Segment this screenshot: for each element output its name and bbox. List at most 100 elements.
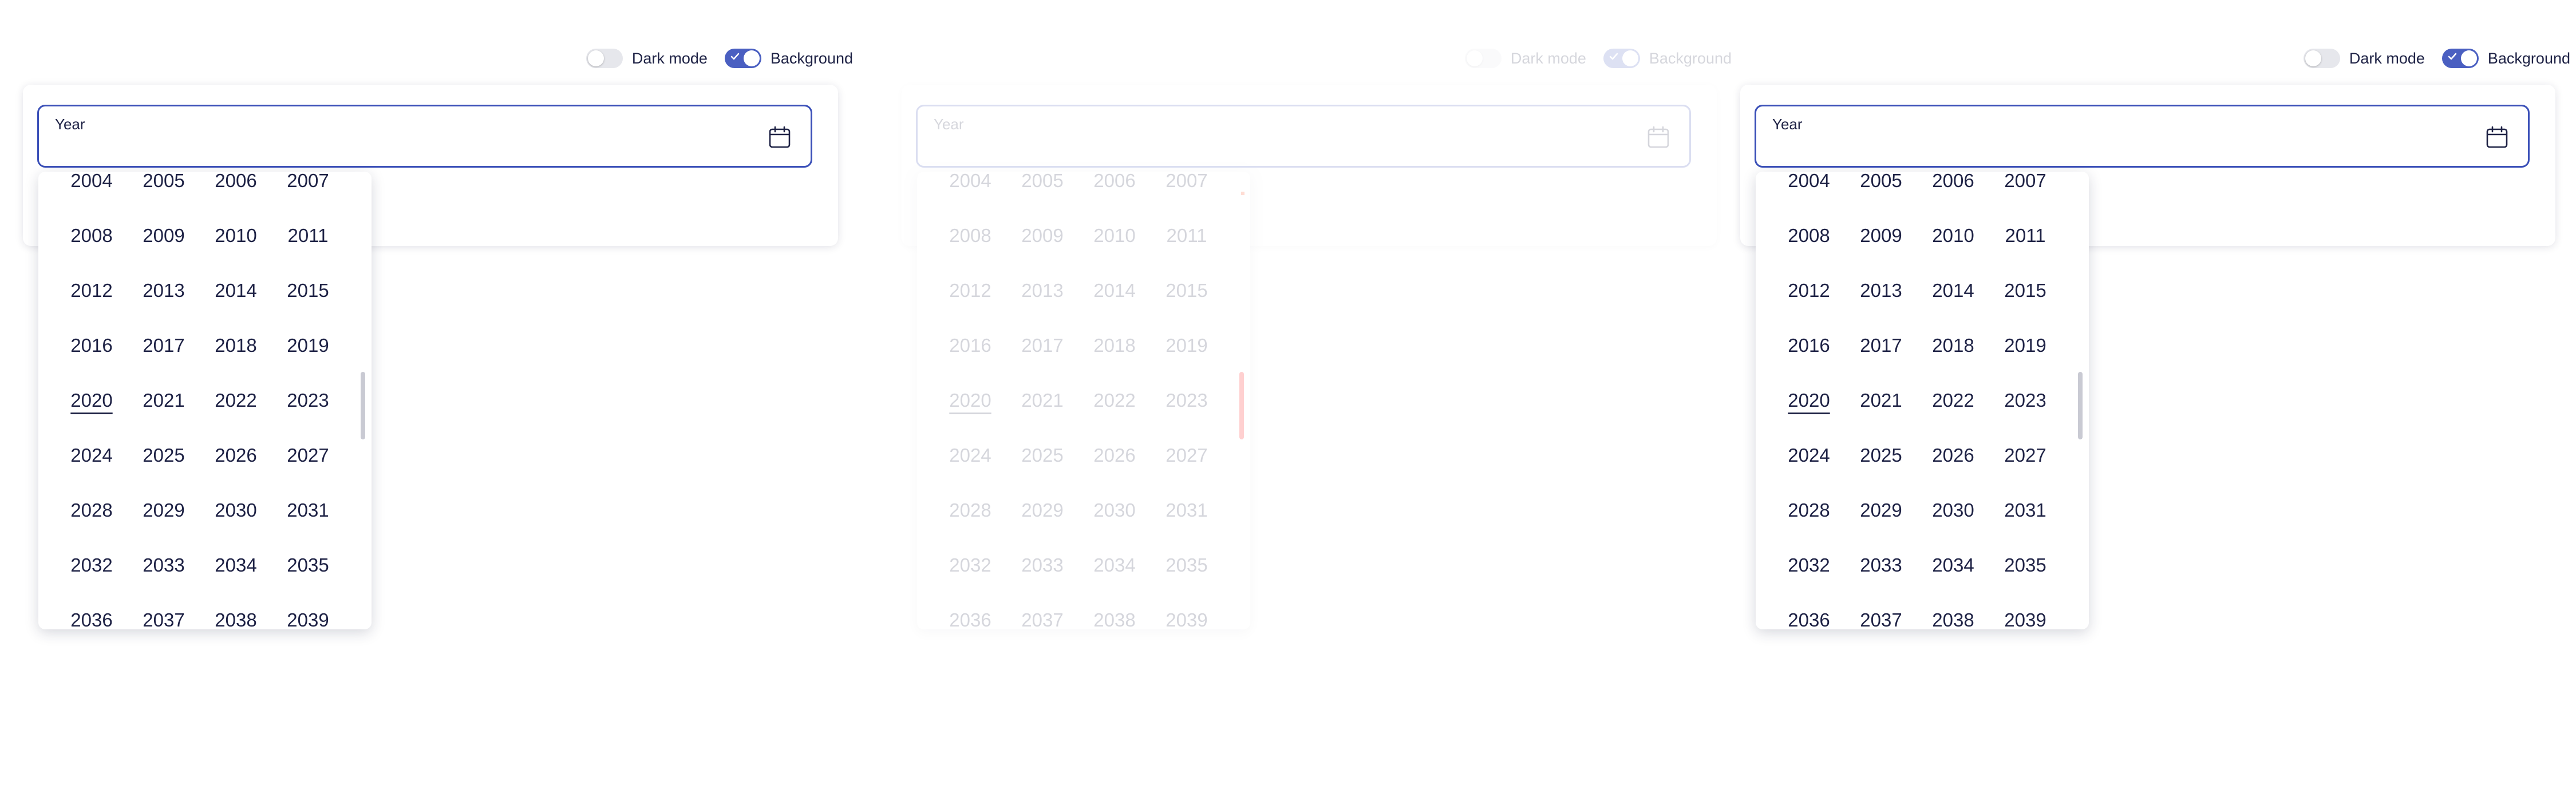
year-option[interactable]: 2021 — [1006, 390, 1078, 411]
year-option[interactable]: 2012 — [934, 280, 1006, 302]
background-toggle-group[interactable]: Background — [1603, 49, 1732, 68]
dark-mode-switch[interactable] — [2303, 49, 2340, 68]
year-option[interactable]: 2007 — [272, 172, 344, 192]
year-option[interactable]: 2032 — [934, 554, 1006, 576]
year-option[interactable]: 2017 — [1845, 335, 1917, 356]
year-option[interactable]: 2014 — [1917, 280, 1989, 302]
year-option[interactable]: 2025 — [128, 445, 200, 466]
year-option[interactable]: 2027 — [1151, 445, 1223, 466]
year-option[interactable]: 2010 — [200, 225, 272, 247]
year-option[interactable]: 2029 — [128, 499, 200, 521]
year-option[interactable]: 2029 — [1845, 499, 1917, 521]
year-option[interactable]: 2033 — [1845, 554, 1917, 576]
dark-mode-toggle-group[interactable]: Dark mode — [586, 49, 708, 68]
year-option[interactable]: 2005 — [1006, 172, 1078, 192]
year-option[interactable]: 2020 — [1773, 390, 1845, 411]
year-option[interactable]: 2010 — [1917, 225, 1989, 247]
scrollbar-thumb[interactable] — [2078, 372, 2083, 439]
year-option[interactable]: 2025 — [1006, 445, 1078, 466]
year-option[interactable]: 2030 — [1917, 499, 1989, 521]
year-option[interactable]: 2022 — [1917, 390, 1989, 411]
year-option[interactable]: 2017 — [1006, 335, 1078, 356]
background-toggle-group[interactable]: Background — [724, 49, 853, 68]
year-field[interactable]: Year — [37, 105, 812, 168]
year-option[interactable]: 2005 — [128, 172, 200, 192]
year-option[interactable]: 2008 — [56, 225, 128, 247]
year-option[interactable]: 2026 — [1917, 445, 1989, 466]
year-option[interactable]: 2008 — [934, 225, 1006, 247]
year-option[interactable]: 2010 — [1078, 225, 1151, 247]
year-option[interactable]: 2011 — [272, 225, 344, 247]
year-option[interactable]: 2024 — [934, 445, 1006, 466]
dark-mode-toggle-group[interactable]: Dark mode — [2303, 49, 2425, 68]
year-option[interactable]: 2013 — [128, 280, 200, 302]
year-option[interactable]: 2014 — [1078, 280, 1151, 302]
year-option[interactable]: 2015 — [1151, 280, 1223, 302]
year-option[interactable]: 2007 — [1151, 172, 1223, 192]
year-option[interactable]: 2034 — [200, 554, 272, 576]
year-option[interactable]: 2015 — [272, 280, 344, 302]
year-option[interactable]: 2005 — [1845, 172, 1917, 192]
year-option[interactable]: 2033 — [1006, 554, 1078, 576]
year-option[interactable]: 2020 — [56, 390, 128, 411]
year-option[interactable]: 2031 — [1151, 499, 1223, 521]
year-option[interactable]: 2018 — [1917, 335, 1989, 356]
year-option[interactable]: 2038 — [1078, 609, 1151, 629]
year-option[interactable]: 2006 — [1078, 172, 1151, 192]
year-option[interactable]: 2034 — [1917, 554, 1989, 576]
year-option[interactable]: 2009 — [1845, 225, 1917, 247]
year-option[interactable]: 2016 — [1773, 335, 1845, 356]
year-option[interactable]: 2022 — [1078, 390, 1151, 411]
year-option[interactable]: 2020 — [934, 390, 1006, 411]
year-option[interactable]: 2023 — [1989, 390, 2061, 411]
year-option[interactable]: 2019 — [1989, 335, 2061, 356]
calendar-icon[interactable] — [767, 125, 792, 150]
scrollbar-thumb[interactable] — [1239, 372, 1244, 439]
year-option[interactable]: 2035 — [1151, 554, 1223, 576]
year-option[interactable]: 2022 — [200, 390, 272, 411]
year-option[interactable]: 2012 — [1773, 280, 1845, 302]
year-option[interactable]: 2039 — [1151, 609, 1223, 629]
background-switch[interactable] — [1603, 49, 1640, 68]
year-option[interactable]: 2008 — [1773, 225, 1845, 247]
year-option[interactable]: 2031 — [1989, 499, 2061, 521]
year-option[interactable]: 2004 — [1773, 172, 1845, 192]
year-option[interactable]: 2037 — [1845, 609, 1917, 629]
year-option[interactable]: 2016 — [56, 335, 128, 356]
year-option[interactable]: 2015 — [1989, 280, 2061, 302]
year-option[interactable]: 2016 — [934, 335, 1006, 356]
year-option[interactable]: 2033 — [128, 554, 200, 576]
year-option[interactable]: 2035 — [272, 554, 344, 576]
year-option[interactable]: 2006 — [200, 172, 272, 192]
year-option[interactable]: 2026 — [200, 445, 272, 466]
dark-mode-toggle-group[interactable]: Dark mode — [1464, 49, 1586, 68]
year-option[interactable]: 2028 — [56, 499, 128, 521]
year-option[interactable]: 2009 — [128, 225, 200, 247]
year-option[interactable]: 2013 — [1845, 280, 1917, 302]
year-option[interactable]: 2007 — [1989, 172, 2061, 192]
year-field[interactable]: Year — [1755, 105, 2530, 168]
year-option[interactable]: 2036 — [934, 609, 1006, 629]
year-option[interactable]: 2032 — [56, 554, 128, 576]
year-option[interactable]: 2035 — [1989, 554, 2061, 576]
year-option[interactable]: 2021 — [1845, 390, 1917, 411]
year-field[interactable]: Year — [916, 105, 1691, 168]
year-option[interactable]: 2038 — [200, 609, 272, 629]
year-option[interactable]: 2027 — [1989, 445, 2061, 466]
year-option[interactable]: 2026 — [1078, 445, 1151, 466]
year-option[interactable]: 2011 — [1151, 225, 1223, 247]
year-option[interactable]: 2034 — [1078, 554, 1151, 576]
year-option[interactable]: 2023 — [272, 390, 344, 411]
year-option[interactable]: 2030 — [200, 499, 272, 521]
year-option[interactable]: 2028 — [1773, 499, 1845, 521]
year-option[interactable]: 2013 — [1006, 280, 1078, 302]
year-option[interactable]: 2023 — [1151, 390, 1223, 411]
year-option[interactable]: 2038 — [1917, 609, 1989, 629]
year-option[interactable]: 2011 — [1989, 225, 2061, 247]
background-switch[interactable] — [724, 49, 761, 68]
year-option[interactable]: 2031 — [272, 499, 344, 521]
dark-mode-switch[interactable] — [1464, 49, 1502, 68]
scrollbar-thumb[interactable] — [361, 372, 365, 439]
year-option[interactable]: 2019 — [272, 335, 344, 356]
year-option[interactable]: 2014 — [200, 280, 272, 302]
